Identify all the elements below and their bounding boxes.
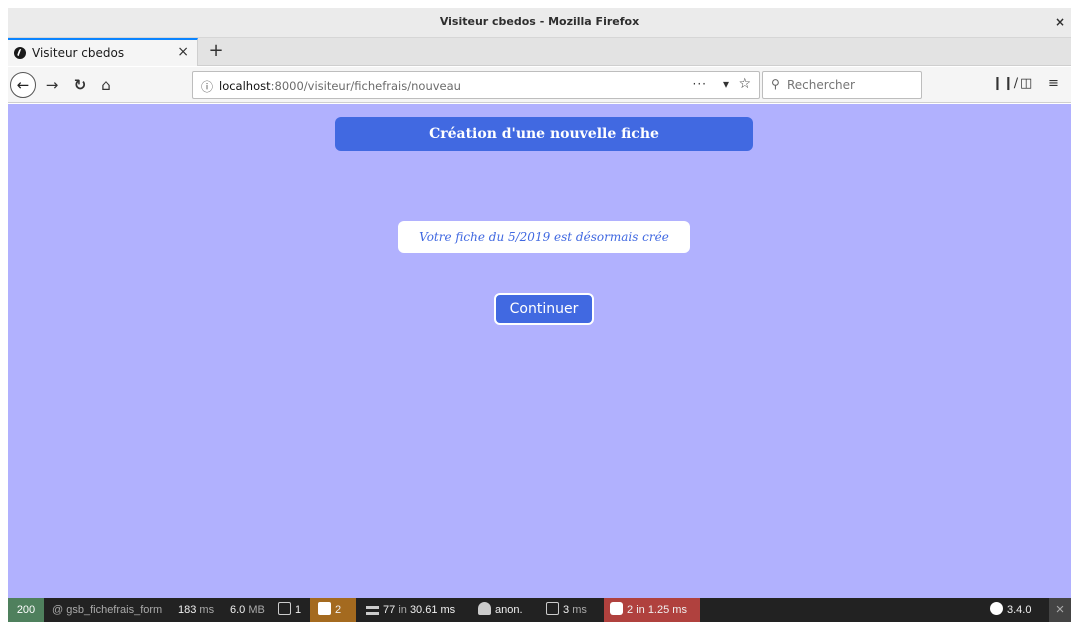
home-icon[interactable]: ⌂: [96, 75, 116, 95]
security-panel[interactable]: anon.: [478, 598, 523, 622]
tab-label: Visiteur cbedos: [32, 46, 125, 60]
navigation-bar: ← → ↻ ⌂ ⓘ localhost:8000/visiteur/fichef…: [8, 67, 1071, 103]
window-title: Visiteur cbedos - Mozilla Firefox: [439, 15, 640, 28]
info-icon[interactable]: ⓘ: [201, 78, 213, 95]
symfony-debug-toolbar: 200 @ gsb_fichefrais_form 183 ms 6.0 MB …: [8, 598, 1071, 622]
url-path: :8000/visiteur/fichefrais/nouveau: [270, 79, 461, 93]
library-icon[interactable]: ❙❙∕: [992, 76, 1018, 91]
search-input[interactable]: [787, 76, 917, 94]
route-text: @ gsb_fichefrais_form: [52, 604, 163, 616]
twig-panel[interactable]: 3 ms: [546, 598, 587, 622]
tab-strip: Visiteur cbedos × +: [8, 38, 1071, 66]
symfony-version-panel[interactable]: 3.4.0: [990, 598, 1031, 622]
database-icon: [610, 602, 623, 615]
memory-panel[interactable]: 6.0 MB: [230, 598, 265, 622]
time-unit: ms: [199, 604, 215, 616]
page-title: Création d'une nouvelle fiche: [429, 126, 659, 142]
db-time: 1.25 ms: [647, 604, 687, 616]
status-code-badge[interactable]: 200: [8, 598, 44, 622]
back-arrow-icon[interactable]: ←: [10, 72, 36, 98]
confirmation-message: Votre fiche du 5/2019 est désormais crée: [398, 221, 690, 253]
memory-value: 6.0: [230, 604, 246, 616]
time-panel[interactable]: 183 ms: [178, 598, 214, 622]
window-close-button[interactable]: ×: [1055, 15, 1065, 29]
hamburger-menu-icon[interactable]: ≡: [1048, 76, 1059, 91]
page-header: Création d'une nouvelle fiche: [335, 117, 753, 151]
user-icon: [478, 602, 491, 615]
search-icon: ⚲: [771, 77, 780, 91]
sidebar-icon[interactable]: ◫: [1020, 76, 1032, 91]
continue-button[interactable]: Continuer: [494, 293, 594, 325]
forms-count: 1: [295, 604, 302, 616]
symfony-version: 3.4.0: [1007, 604, 1032, 616]
pocket-icon[interactable]: ▾: [723, 77, 729, 91]
logs-count: 2: [335, 604, 342, 616]
url-bar[interactable]: ⓘ localhost:8000/visiteur/fichefrais/nou…: [192, 71, 760, 99]
db-queries: 2: [627, 604, 634, 616]
toolbar-close-button[interactable]: ×: [1049, 598, 1071, 622]
route-name[interactable]: @ gsb_fichefrais_form: [52, 598, 162, 622]
confirmation-text: Votre fiche du 5/2019 est désormais crée: [419, 230, 669, 244]
window-titlebar: Visiteur cbedos - Mozilla Firefox ×: [8, 8, 1071, 38]
twig-unit: ms: [572, 604, 587, 616]
forward-arrow-icon[interactable]: →: [42, 75, 62, 95]
warning-icon: [318, 602, 331, 615]
cache-in: in: [398, 604, 407, 616]
template-icon: [546, 602, 559, 615]
db-in: in: [636, 604, 645, 616]
database-panel[interactable]: 2 in 1.25 ms: [604, 598, 700, 622]
reload-icon[interactable]: ↻: [70, 75, 90, 95]
tab-close-button[interactable]: ×: [177, 44, 189, 60]
memory-unit: MB: [248, 604, 265, 616]
forms-panel[interactable]: 1: [278, 598, 301, 622]
page-content: Création d'une nouvelle fiche Votre fich…: [8, 104, 1071, 598]
page-actions-menu-icon[interactable]: ···: [693, 77, 707, 91]
bookmark-star-icon[interactable]: ☆: [738, 76, 751, 92]
cache-panel[interactable]: 77 in 30.61 ms: [366, 598, 455, 622]
user-name: anon.: [495, 604, 523, 616]
url-host: localhost: [219, 79, 271, 93]
url-text[interactable]: localhost:8000/visiteur/fichefrais/nouve…: [219, 79, 461, 93]
twig-time: 3: [563, 604, 570, 616]
form-icon: [278, 602, 291, 615]
time-value: 183: [178, 604, 197, 616]
cache-calls: 77: [383, 604, 396, 616]
layers-icon: [366, 606, 379, 615]
browser-tab[interactable]: Visiteur cbedos ×: [8, 38, 198, 66]
symfony-favicon-icon: [14, 47, 26, 59]
symfony-logo-icon: [990, 602, 1003, 615]
new-tab-button[interactable]: +: [204, 40, 228, 64]
cache-time: 30.61 ms: [409, 604, 456, 616]
search-bar[interactable]: ⚲: [762, 71, 922, 99]
logs-panel[interactable]: 2: [310, 598, 356, 622]
